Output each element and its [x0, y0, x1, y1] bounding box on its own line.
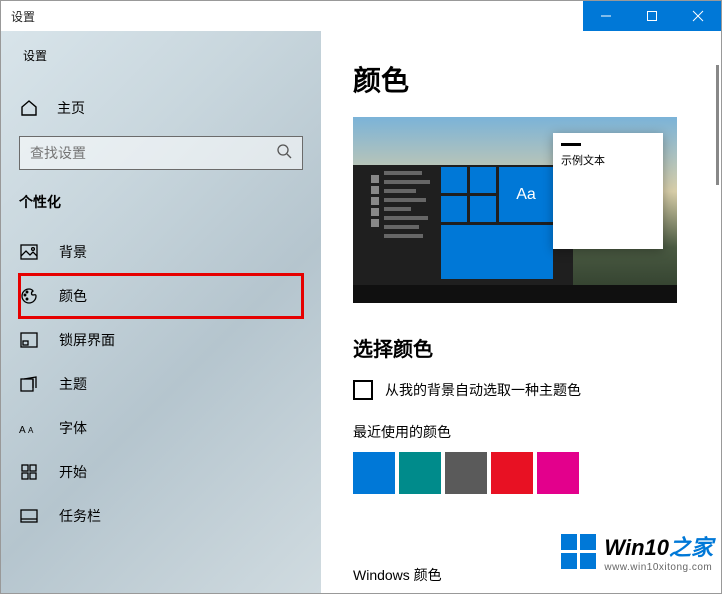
color-swatch[interactable] — [399, 452, 441, 494]
palette-icon — [19, 287, 39, 305]
window-title: 设置 — [1, 8, 35, 25]
category-header: 个性化 — [19, 192, 303, 212]
windows-logo-icon — [561, 534, 596, 569]
color-swatch[interactable] — [491, 452, 533, 494]
search-box[interactable] — [19, 136, 303, 170]
home-label: 主页 — [57, 98, 85, 118]
checkbox-icon[interactable] — [353, 380, 373, 400]
recent-colors-label: 最近使用的颜色 — [353, 422, 721, 442]
title-bar: 设置 — [1, 1, 721, 31]
preview-sample-window: 示例文本 — [553, 133, 663, 249]
sidebar-item-background[interactable]: 背景 — [19, 230, 303, 274]
lockscreen-icon — [19, 332, 39, 348]
color-swatch[interactable] — [445, 452, 487, 494]
sidebar-item-colors[interactable]: 颜色 — [19, 274, 303, 318]
minimize-button[interactable] — [583, 1, 629, 31]
svg-text:A: A — [28, 426, 34, 435]
sidebar-item-start[interactable]: 开始 — [19, 450, 303, 494]
page-title: 颜色 — [353, 59, 721, 99]
sidebar-item-label: 字体 — [59, 418, 87, 438]
main-panel: 颜色 Aa 示例文本 选择颜色 从我的背景自动选取一 — [321, 31, 721, 593]
preview-aa-tile: Aa — [499, 167, 553, 222]
sidebar: 设置 主页 个性化 背景 — [1, 31, 321, 593]
image-icon — [19, 244, 39, 260]
home-nav-item[interactable]: 主页 — [19, 88, 303, 128]
color-swatch[interactable] — [537, 452, 579, 494]
font-icon: AA — [19, 421, 39, 435]
sidebar-item-label: 开始 — [59, 462, 87, 482]
sidebar-item-themes[interactable]: 主题 — [19, 362, 303, 406]
scrollbar[interactable] — [716, 65, 719, 185]
svg-text:A: A — [19, 425, 26, 435]
sidebar-item-label: 颜色 — [59, 286, 87, 306]
taskbar-icon — [19, 509, 39, 523]
window-controls — [583, 1, 721, 31]
start-icon — [19, 464, 39, 480]
sidebar-item-label: 背景 — [59, 242, 87, 262]
color-swatch[interactable] — [353, 452, 395, 494]
recent-colors-swatches — [353, 452, 721, 494]
sidebar-item-lockscreen[interactable]: 锁屏界面 — [19, 318, 303, 362]
auto-pick-label: 从我的背景自动选取一种主题色 — [385, 380, 581, 400]
sidebar-item-fonts[interactable]: AA 字体 — [19, 406, 303, 450]
sidebar-item-label: 锁屏界面 — [59, 330, 115, 350]
maximize-button[interactable] — [629, 1, 675, 31]
color-preview: Aa 示例文本 — [353, 117, 677, 303]
settings-label: 设置 — [19, 47, 303, 64]
preview-sample-text: 示例文本 — [553, 152, 663, 168]
sidebar-item-taskbar[interactable]: 任务栏 — [19, 494, 303, 538]
watermark: Win10之家 www.win10xitong.com — [561, 530, 713, 573]
close-button[interactable] — [675, 1, 721, 31]
sidebar-item-label: 任务栏 — [59, 506, 101, 526]
windows-colors-label: Windows 颜色 — [353, 565, 442, 585]
theme-icon — [19, 376, 39, 392]
auto-pick-checkbox-row[interactable]: 从我的背景自动选取一种主题色 — [353, 380, 721, 400]
sidebar-item-label: 主题 — [59, 374, 87, 394]
search-input[interactable] — [30, 145, 276, 161]
search-icon — [276, 143, 292, 164]
home-icon — [19, 99, 39, 117]
choose-color-header: 选择颜色 — [353, 333, 721, 362]
